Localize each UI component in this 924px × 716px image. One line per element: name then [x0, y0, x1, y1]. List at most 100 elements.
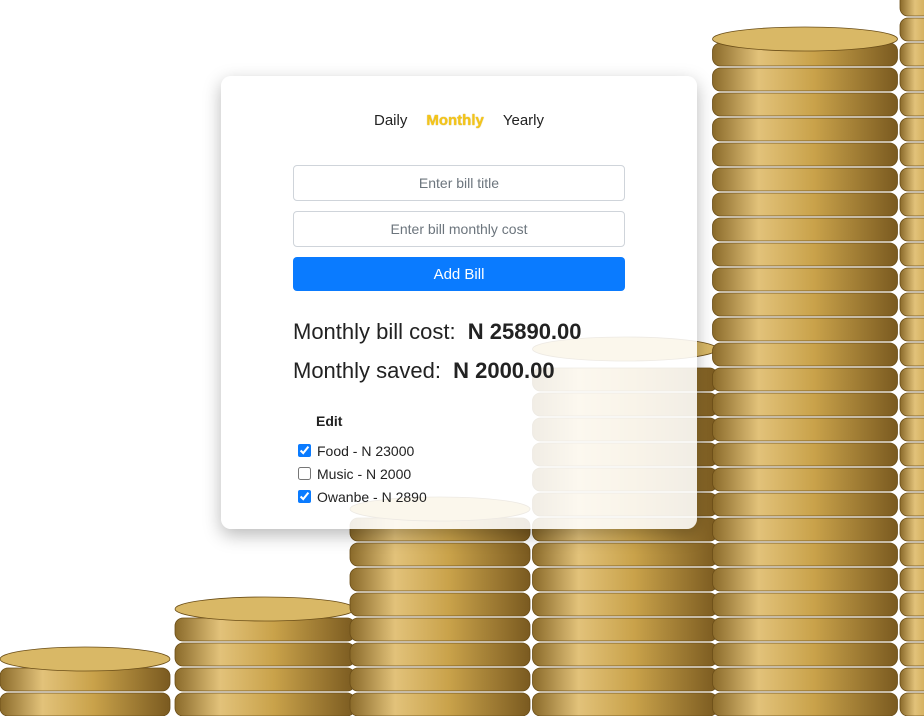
coin-edge — [899, 42, 924, 67]
coin-edge — [712, 192, 898, 217]
coin-edge — [532, 692, 718, 716]
edit-link[interactable]: Edit — [316, 413, 342, 429]
bill-title-input[interactable] — [293, 165, 625, 201]
period-tabs: Daily Monthly Yearly — [221, 112, 697, 129]
bill-list: Food - N 23000 Music - N 2000 Owanbe - N… — [298, 439, 427, 508]
coin-edge — [532, 667, 718, 692]
coin-edge — [899, 617, 924, 642]
bill-checkbox-food[interactable] — [298, 444, 311, 457]
coin-edge — [174, 617, 356, 642]
monthly-saved-summary: Monthly saved: N 2000.00 — [293, 358, 555, 384]
monthly-cost-label: Monthly bill cost: — [293, 319, 456, 344]
coin-edge — [899, 517, 924, 542]
coin-edge — [532, 592, 718, 617]
coin-edge — [899, 167, 924, 192]
monthly-cost-value: N 25890.00 — [467, 319, 582, 344]
coin-edge — [899, 467, 924, 492]
coin-edge — [899, 67, 924, 92]
coin-edge — [899, 192, 924, 217]
coin-edge — [174, 667, 356, 692]
coin-edge — [899, 692, 924, 716]
monthly-cost-summary: Monthly bill cost: N 25890.00 — [293, 319, 582, 345]
coin-edge — [712, 392, 898, 417]
coin-edge — [349, 692, 531, 716]
list-item[interactable]: Music - N 2000 — [298, 462, 427, 485]
coin-edge — [712, 567, 898, 592]
coin-edge — [712, 67, 898, 92]
coin-edge — [532, 617, 718, 642]
coin-edge — [899, 0, 924, 17]
coin-edge — [712, 242, 898, 267]
add-bill-button[interactable]: Add Bill — [293, 257, 625, 291]
bill-label-food: Food - N 23000 — [317, 442, 415, 459]
coin-edge — [712, 517, 898, 542]
bill-cost-input[interactable] — [293, 211, 625, 247]
coin-edge — [712, 467, 898, 492]
coin-edge — [712, 117, 898, 142]
coin-edge — [899, 217, 924, 242]
bill-checkbox-music[interactable] — [298, 467, 311, 480]
tab-yearly[interactable]: Yearly — [503, 112, 544, 129]
bill-card: Daily Monthly Yearly Add Bill Monthly bi… — [221, 76, 697, 529]
bill-checkbox-owanbe[interactable] — [298, 490, 311, 503]
coin-edge — [712, 292, 898, 317]
monthly-saved-label: Monthly saved: — [293, 358, 441, 383]
coin-edge — [899, 242, 924, 267]
coin-edge — [712, 617, 898, 642]
coin-edge — [899, 267, 924, 292]
tab-monthly[interactable]: Monthly — [426, 112, 484, 129]
coin-edge — [712, 417, 898, 442]
coin-edge — [532, 642, 718, 667]
coin-edge — [349, 667, 531, 692]
bill-label-owanbe: Owanbe - N 2890 — [317, 488, 427, 505]
list-item[interactable]: Food - N 23000 — [298, 439, 427, 462]
coin-edge — [899, 667, 924, 692]
coin-edge — [712, 317, 898, 342]
coin-edge — [899, 417, 924, 442]
coin-top — [174, 596, 356, 622]
coin-edge — [899, 142, 924, 167]
list-item[interactable]: Owanbe - N 2890 — [298, 485, 427, 508]
coin-edge — [899, 17, 924, 42]
coin-top — [712, 26, 898, 52]
tab-daily[interactable]: Daily — [374, 112, 407, 129]
coin-edge — [349, 642, 531, 667]
coin-edge — [349, 592, 531, 617]
coin-edge — [899, 117, 924, 142]
coin-edge — [712, 692, 898, 716]
coin-edge — [712, 367, 898, 392]
coin-edge — [712, 267, 898, 292]
coin-edge — [899, 567, 924, 592]
coin-top — [0, 646, 171, 672]
coin-edge — [712, 592, 898, 617]
coin-edge — [349, 567, 531, 592]
coin-edge — [899, 442, 924, 467]
coin-edge — [899, 92, 924, 117]
coin-edge — [532, 567, 718, 592]
coin-edge — [899, 367, 924, 392]
coin-edge — [712, 342, 898, 367]
coin-edge — [899, 542, 924, 567]
coin-edge — [174, 642, 356, 667]
coin-edge — [899, 292, 924, 317]
coin-edge — [0, 692, 171, 716]
coin-edge — [712, 142, 898, 167]
coin-edge — [712, 217, 898, 242]
coin-edge — [899, 642, 924, 667]
coin-edge — [174, 692, 356, 716]
coin-edge — [899, 342, 924, 367]
coin-edge — [712, 442, 898, 467]
coin-edge — [712, 642, 898, 667]
coin-edge — [899, 592, 924, 617]
coin-edge — [712, 167, 898, 192]
coin-edge — [899, 317, 924, 342]
coin-edge — [349, 542, 531, 567]
coin-edge — [899, 492, 924, 517]
coin-edge — [0, 667, 171, 692]
monthly-saved-value: N 2000.00 — [453, 358, 555, 383]
coin-edge — [712, 92, 898, 117]
coin-edge — [899, 392, 924, 417]
bill-label-music: Music - N 2000 — [317, 465, 412, 482]
coin-edge — [349, 617, 531, 642]
coin-edge — [712, 667, 898, 692]
